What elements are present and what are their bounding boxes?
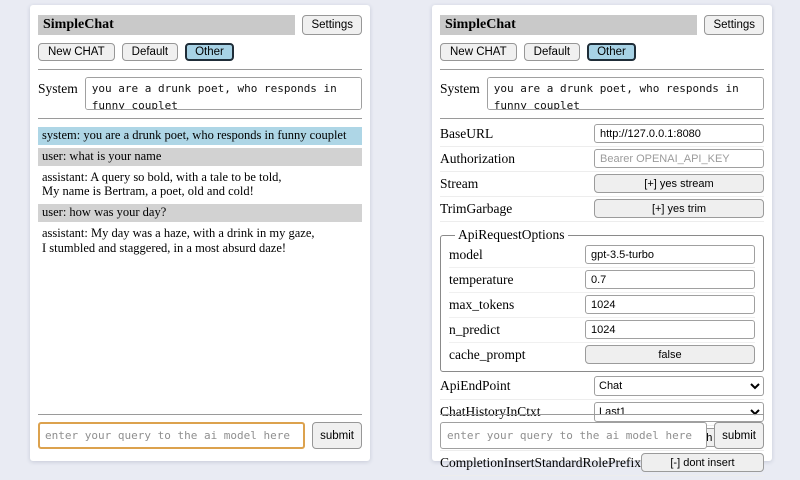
apiendpoint-label: ApiEndPoint [440, 378, 594, 394]
n-predict-input[interactable] [585, 320, 755, 339]
session-button-default[interactable]: Default [524, 43, 580, 61]
query-footer: submit [440, 406, 764, 449]
setting-row-n-predict: n_predict [449, 318, 755, 343]
n-predict-label: n_predict [449, 322, 585, 338]
authorization-label: Authorization [440, 151, 594, 167]
new-chat-button[interactable]: New CHAT [38, 43, 115, 61]
chat-message-user: user: what is your name [38, 148, 362, 166]
query-footer: submit [38, 406, 362, 449]
cache-prompt-toggle-button[interactable]: false [585, 345, 755, 364]
setting-row-authorization: Authorization [440, 147, 764, 172]
stream-toggle-button[interactable]: [+] yes stream [594, 174, 764, 193]
titlebar: SimpleChat Settings [38, 15, 362, 35]
setting-row-model: model [449, 243, 755, 268]
system-prompt-row: System you are a drunk poet, who respond… [440, 77, 764, 110]
api-request-options-fieldset: ApiRequestOptions model temperature max_… [440, 227, 764, 372]
chat-message-assistant: assistant: My day was a haze, with a dri… [38, 225, 362, 258]
system-prompt-textarea[interactable]: you are a drunk poet, who responds in fu… [85, 77, 362, 110]
session-toolbar: New CHAT Default Other [38, 43, 362, 61]
titlebar: SimpleChat Settings [440, 15, 764, 35]
chat-message-assistant: assistant: A query so bold, with a tale … [38, 169, 362, 202]
setting-row-baseurl: BaseURL [440, 122, 764, 147]
app-title: SimpleChat [38, 15, 295, 35]
max-tokens-input[interactable] [585, 295, 755, 314]
baseurl-input[interactable] [594, 124, 764, 143]
divider [440, 69, 764, 70]
api-request-options-legend: ApiRequestOptions [455, 227, 568, 243]
chat-message-user: user: how was your day? [38, 204, 362, 222]
baseurl-label: BaseURL [440, 126, 594, 142]
divider [440, 414, 764, 415]
system-label: System [440, 81, 480, 97]
settings-button[interactable]: Settings [302, 15, 362, 35]
divider [38, 69, 362, 70]
setting-row-apiendpoint: ApiEndPoint Chat [440, 374, 764, 400]
divider [440, 118, 764, 119]
new-chat-button[interactable]: New CHAT [440, 43, 517, 61]
submit-button[interactable]: submit [714, 422, 764, 449]
temperature-label: temperature [449, 272, 585, 288]
submit-button[interactable]: submit [312, 422, 362, 449]
system-prompt-textarea[interactable]: you are a drunk poet, who responds in fu… [487, 77, 764, 110]
session-button-other[interactable]: Other [587, 43, 636, 61]
session-button-other[interactable]: Other [185, 43, 234, 61]
query-input[interactable] [440, 422, 707, 449]
completioninsertstandardroleprefix-label: CompletionInsertStandardRolePrefix [440, 455, 641, 471]
divider [38, 118, 362, 119]
setting-row-stream: Stream [+] yes stream [440, 172, 764, 197]
session-button-default[interactable]: Default [122, 43, 178, 61]
system-label: System [38, 81, 78, 97]
chat-message-system: system: you are a drunk poet, who respon… [38, 127, 362, 145]
temperature-input[interactable] [585, 270, 755, 289]
max-tokens-label: max_tokens [449, 297, 585, 313]
setting-row-cache-prompt: cache_prompt false [449, 343, 755, 367]
apiendpoint-select[interactable]: Chat [594, 376, 764, 396]
completioninsertstandardroleprefix-toggle-button[interactable]: [-] dont insert [641, 453, 764, 472]
chat-log: system: you are a drunk poet, who respon… [38, 127, 362, 257]
app-title: SimpleChat [440, 15, 697, 35]
system-prompt-row: System you are a drunk poet, who respond… [38, 77, 362, 110]
settings-button[interactable]: Settings [704, 15, 764, 35]
setting-row-temperature: temperature [449, 268, 755, 293]
chat-panel: SimpleChat Settings New CHAT Default Oth… [30, 5, 370, 461]
trimgarbage-label: TrimGarbage [440, 201, 594, 217]
settings-panel: SimpleChat Settings New CHAT Default Oth… [432, 5, 772, 461]
stream-label: Stream [440, 176, 594, 192]
cache-prompt-label: cache_prompt [449, 347, 585, 363]
model-input[interactable] [585, 245, 755, 264]
divider [38, 414, 362, 415]
setting-row-max-tokens: max_tokens [449, 293, 755, 318]
setting-row-trimgarbage: TrimGarbage [+] yes trim [440, 197, 764, 222]
session-toolbar: New CHAT Default Other [440, 43, 764, 61]
authorization-input[interactable] [594, 149, 764, 168]
setting-row-completioninsertstandardroleprefix: CompletionInsertStandardRolePrefix [-] d… [440, 451, 764, 476]
query-input[interactable] [38, 422, 305, 449]
trimgarbage-toggle-button[interactable]: [+] yes trim [594, 199, 764, 218]
model-label: model [449, 247, 585, 263]
